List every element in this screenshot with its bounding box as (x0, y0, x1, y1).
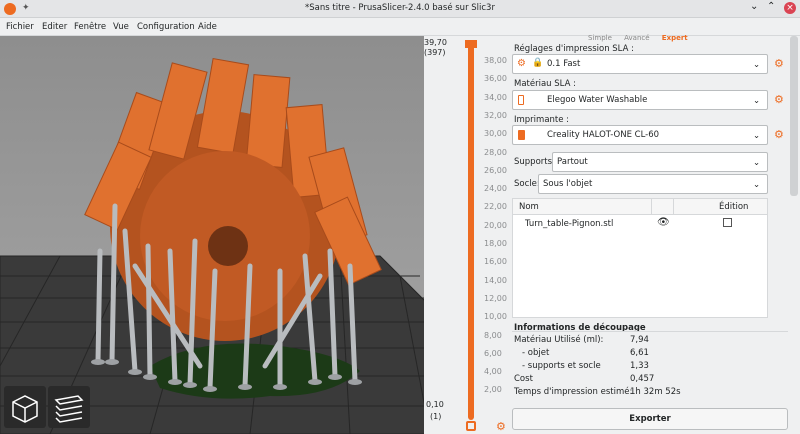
sidebar: Simple Avancé Expert Réglages d'impressi… (508, 34, 800, 434)
menu-configuration[interactable]: Configuration (137, 22, 195, 32)
slider-tick-label: 2,00 (484, 385, 502, 395)
column-edit[interactable]: Édition (719, 202, 748, 212)
slice-info: Informations de découpage Matériau Utili… (512, 321, 788, 401)
slider-tick-label: 4,00 (484, 367, 502, 377)
3d-viewport[interactable] (0, 36, 460, 434)
printer-value: Creality HALOT-ONE CL-60 (547, 130, 660, 140)
printer-label: Imprimante : (514, 115, 570, 125)
layer-slider[interactable]: 39,70 (397) 38,00 36,00 34,00 32,00 30,00 28,… (424, 36, 516, 434)
slider-bottom-value: 0,10 (426, 400, 444, 409)
printer-icon (518, 130, 525, 140)
chevron-down-icon: ⌄ (753, 158, 761, 168)
object-list-header: Nom Édition (513, 199, 767, 215)
menu-fenetre[interactable]: Fenêtre (74, 22, 106, 32)
object-name: Turn_table-Pignon.stl (525, 219, 614, 229)
print-settings-combo[interactable]: ⚙ 🔒 0.1 Fast ⌄ (512, 54, 768, 74)
pad-label: Socle: (514, 179, 540, 189)
tab-expert[interactable]: Expert (662, 34, 688, 42)
slider-tick-label: 8,00 (484, 330, 502, 340)
lock-icon: 🔒 (532, 58, 544, 68)
slider-tick-label: 14,00 (484, 275, 507, 285)
edit-icon[interactable] (723, 218, 732, 227)
slider-top-handle[interactable] (465, 40, 477, 48)
info-label: - supports et socle (522, 361, 601, 371)
cube-icon (12, 395, 38, 423)
pad-combo[interactable]: Sous l'objet ⌄ (538, 174, 768, 194)
material-gear-icon[interactable]: ⚙ (774, 93, 786, 106)
slider-tick-label: 22,00 (484, 202, 507, 212)
info-value: 1h 32m 52s (630, 387, 681, 397)
minimize-icon[interactable]: ⌄ (750, 1, 758, 12)
menu-editer[interactable]: Editer (42, 22, 67, 32)
material-label: Matériau SLA : (514, 79, 576, 89)
slider-tick-label: 24,00 (484, 184, 507, 194)
slider-bottom-layer: (1) (430, 412, 442, 421)
eye-icon[interactable]: 👁 (657, 217, 670, 228)
slider-top-value: 39,70 (424, 38, 447, 47)
cog-icon[interactable]: ⚙ (496, 420, 506, 433)
info-label: Cost (514, 374, 533, 384)
close-icon[interactable]: × (784, 2, 796, 14)
slider-tick-label: 32,00 (484, 110, 507, 120)
slider-top-layer: (397) (424, 48, 446, 57)
slider-tick-label: 18,00 (484, 239, 507, 248)
slider-tick-label: 34,00 (484, 92, 507, 102)
supports-label: Supports: (514, 157, 555, 167)
object-list[interactable]: Nom Édition Turn_table-Pignon.stl 👁 (512, 198, 768, 318)
info-value: 1,33 (630, 361, 649, 371)
chevron-down-icon: ⌄ (753, 131, 761, 141)
chevron-down-icon: ⌄ (753, 180, 761, 190)
table-row[interactable]: Turn_table-Pignon.stl 👁 (513, 217, 767, 231)
slider-tick-label: 6,00 (484, 348, 502, 358)
chevron-down-icon: ⌄ (753, 60, 761, 70)
info-value: 0,457 (630, 374, 655, 384)
supports-combo[interactable]: Partout ⌄ (552, 152, 768, 172)
scrollbar[interactable] (790, 36, 798, 196)
bottle-icon (518, 95, 524, 105)
info-label: - objet (522, 348, 550, 358)
material-value: Elegoo Water Washable (547, 95, 648, 105)
export-button[interactable]: Exporter (512, 408, 788, 430)
printer-gear-icon[interactable]: ⚙ (774, 128, 786, 141)
slider-tick-label: 20,00 (484, 220, 507, 230)
slider-tick-label: 30,00 (484, 129, 507, 139)
column-name[interactable]: Nom (519, 202, 539, 212)
chevron-down-icon: ⌄ (753, 96, 761, 106)
print-settings-value: 0.1 Fast (547, 59, 581, 69)
scene-render (0, 57, 460, 434)
view-3d-button[interactable] (4, 386, 46, 428)
window-title: *Sans titre - PrusaSlicer-2.4.0 basé sur… (305, 3, 495, 13)
slider-tick-label: 16,00 (484, 257, 507, 267)
menu-vue[interactable]: Vue (113, 22, 129, 32)
info-value: 7,94 (630, 335, 649, 345)
info-label: Matériau Utilisé (ml): (514, 335, 604, 345)
slider-tick-label: 26,00 (484, 165, 507, 175)
tab-simple[interactable]: Simple (588, 34, 612, 42)
maximize-icon[interactable]: ⌃ (767, 1, 775, 12)
print-settings-gear-icon[interactable]: ⚙ (774, 57, 786, 70)
lock-icon[interactable] (466, 421, 476, 431)
menu-aide[interactable]: Aide (198, 22, 217, 32)
slider-tick-label: 12,00 (484, 293, 507, 303)
slider-tick-label: 28,00 (484, 147, 507, 157)
slider-track[interactable] (468, 42, 474, 420)
menu-fichier[interactable]: Fichier (6, 22, 34, 32)
slider-tick-label: 10,00 (484, 312, 507, 322)
layers-icon (54, 395, 84, 423)
pad-value: Sous l'objet (543, 179, 593, 189)
printer-combo[interactable]: Creality HALOT-ONE CL-60 ⌄ (512, 125, 768, 145)
settings-gear-icon: ⚙ (517, 58, 526, 69)
info-value: 6,61 (630, 348, 649, 358)
print-settings-label: Réglages d'impression SLA : (514, 44, 634, 54)
info-label: Temps d'impression estimé: (514, 387, 633, 397)
material-combo[interactable]: Elegoo Water Washable ⌄ (512, 90, 768, 110)
mode-tabs[interactable]: Simple Avancé Expert (578, 34, 718, 42)
slider-tick-label: 38,00 (484, 56, 507, 65)
view-layers-button[interactable] (48, 386, 90, 428)
slider-tick-label: 36,00 (484, 74, 507, 84)
tab-advanced[interactable]: Avancé (624, 34, 649, 42)
supports-value: Partout (557, 157, 588, 167)
title-bar: ✦ *Sans titre - PrusaSlicer-2.4.0 basé s… (0, 0, 800, 18)
